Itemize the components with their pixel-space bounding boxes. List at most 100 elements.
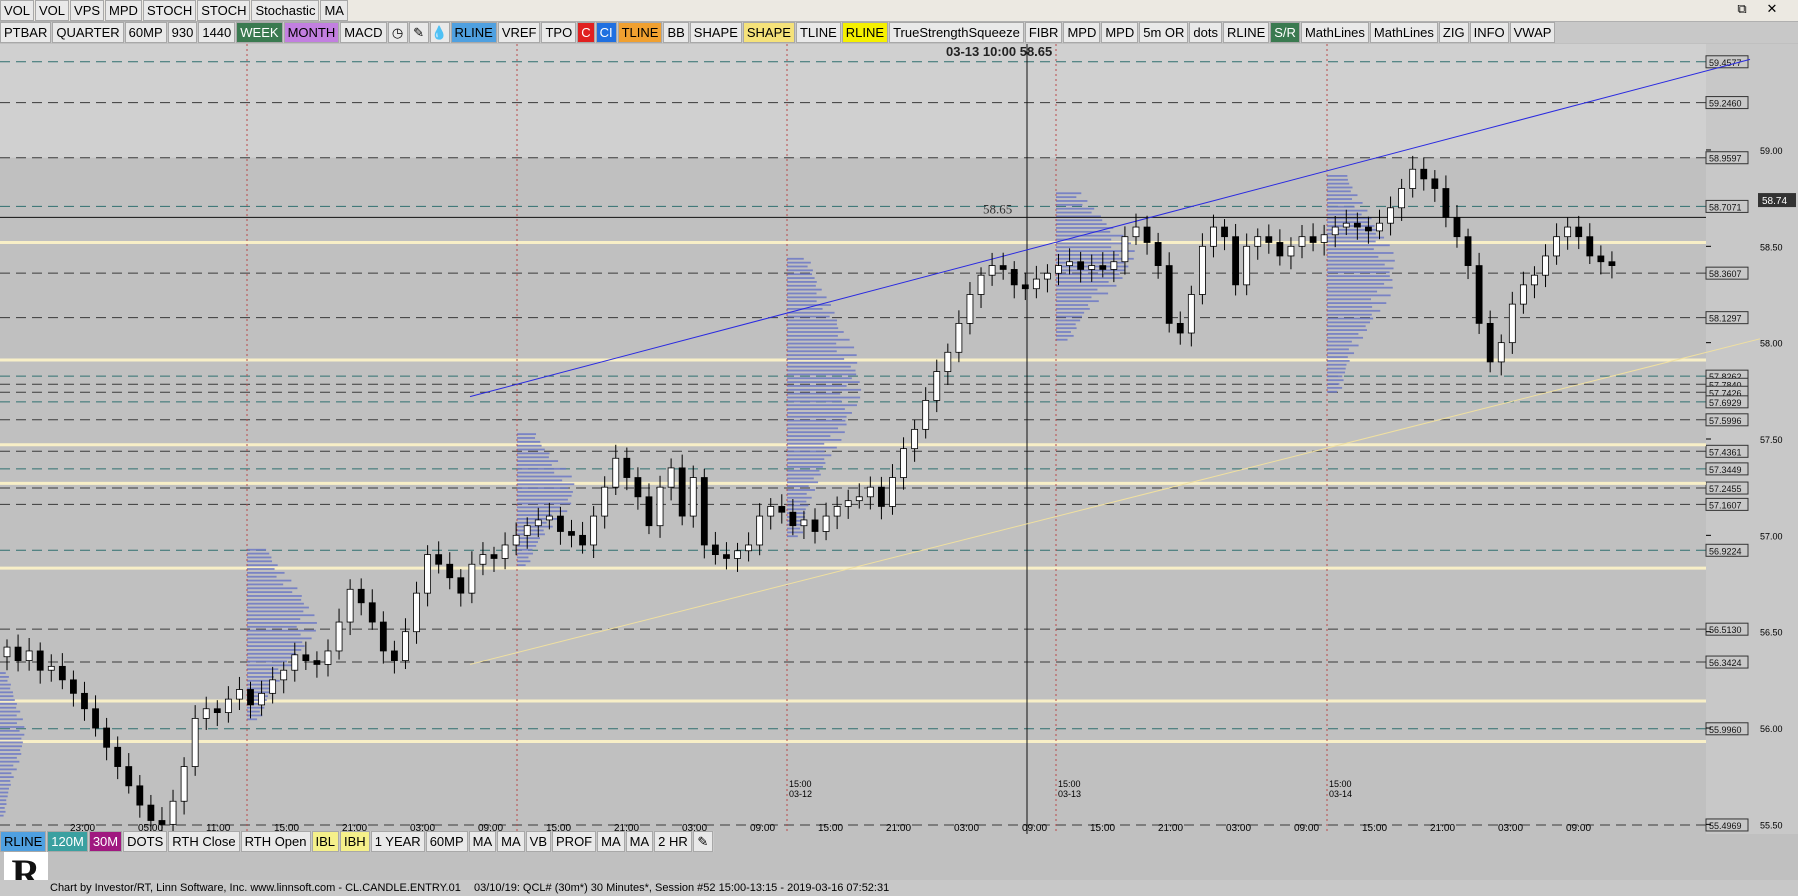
- dots-button[interactable]: DOTS: [123, 831, 168, 852]
- ma-button[interactable]: MA: [625, 831, 654, 852]
- volume-profile-bar: [1327, 386, 1343, 389]
- info-button[interactable]: INFO: [1469, 22, 1509, 43]
- ibh-button[interactable]: IBH: [340, 831, 370, 852]
- 60mp-button[interactable]: 60MP: [124, 22, 167, 43]
- zig-button[interactable]: ZIG: [1438, 22, 1469, 43]
- volume-profile-bar: [1327, 244, 1390, 247]
- volume-profile-bar: [517, 487, 569, 489]
- clock-icon[interactable]: ◷: [387, 22, 408, 43]
- candle-body: [1110, 261, 1118, 270]
- volume-profile-bar: [1327, 248, 1374, 251]
- truestrengthsqueeze-button[interactable]: TrueStrengthSqueeze: [889, 22, 1024, 43]
- candle-body: [1187, 294, 1195, 334]
- ptbar-button[interactable]: PTBAR: [0, 22, 52, 43]
- ma-button[interactable]: MA: [597, 831, 625, 852]
- dots-button[interactable]: dots: [1189, 22, 1222, 43]
- level-label: 58.9597: [1709, 154, 1742, 164]
- 5m-or-button[interactable]: 5m OR: [1139, 22, 1189, 43]
- tline-button[interactable]: TLINE: [795, 22, 841, 43]
- mpd-button[interactable]: MPD: [1101, 22, 1139, 43]
- volume-profile-bar: [1327, 213, 1362, 216]
- fibr-button[interactable]: FIBR: [1024, 22, 1063, 43]
- mpd-button[interactable]: MPD: [105, 0, 142, 21]
- tline-button[interactable]: TLINE: [617, 22, 663, 43]
- pencil-icon[interactable]: ✎: [692, 831, 713, 852]
- rline-button[interactable]: RLINE: [1222, 22, 1270, 43]
- candle-body: [1420, 168, 1428, 180]
- rline-button[interactable]: RLINE: [0, 831, 47, 852]
- ibl-button[interactable]: IBL: [311, 831, 340, 852]
- mathlines-button[interactable]: MathLines: [1369, 22, 1438, 43]
- 30m-button[interactable]: 30M: [88, 831, 123, 852]
- session-time-label: 15:00: [789, 779, 812, 789]
- ci-button[interactable]: CI: [595, 22, 617, 43]
- shape-button[interactable]: SHAPE: [689, 22, 742, 43]
- upper-shade: [0, 44, 1706, 158]
- stochastic-button[interactable]: Stochastic: [251, 0, 320, 21]
- mathlines-button[interactable]: MathLines: [1300, 22, 1369, 43]
- rth-close-button[interactable]: RTH Close: [168, 831, 240, 852]
- price-chart[interactable]: 59.457759.246058.959758.707158.360758.12…: [0, 44, 1798, 878]
- candle-body: [734, 550, 741, 559]
- restore-window-icon[interactable]: ⧉: [1732, 1, 1752, 17]
- candle-body: [191, 717, 199, 767]
- vol-button[interactable]: VOL: [35, 0, 70, 21]
- trend-line-lower: [469, 338, 1761, 665]
- prof-button[interactable]: PROF: [552, 831, 597, 852]
- volume-profile-bar: [247, 664, 293, 667]
- candle-body: [1575, 226, 1583, 238]
- drop-icon[interactable]: 💧: [429, 22, 450, 43]
- ma-button[interactable]: MA: [497, 831, 525, 852]
- week-button[interactable]: WEEK: [236, 22, 283, 43]
- s-r-button[interactable]: S/R: [1270, 22, 1300, 43]
- candle-body: [1198, 245, 1206, 295]
- tpo-button[interactable]: TPO: [541, 22, 577, 43]
- 2-hr-button[interactable]: 2 HR: [654, 831, 692, 852]
- quarter-button[interactable]: QUARTER: [52, 22, 124, 43]
- 1440-button[interactable]: 1440: [198, 22, 236, 43]
- volume-profile-bar: [0, 710, 21, 713]
- 1-year-button[interactable]: 1 YEAR: [370, 831, 425, 852]
- vref-button[interactable]: VREF: [497, 22, 541, 43]
- vps-button[interactable]: VPS: [70, 0, 105, 21]
- candle-body: [202, 708, 210, 719]
- rline-button[interactable]: RLINE: [841, 22, 889, 43]
- close-window-icon[interactable]: ✕: [1762, 1, 1782, 17]
- volume-profile-bar: [1056, 296, 1092, 299]
- stoch-button[interactable]: STOCH: [197, 0, 251, 21]
- candle-body: [833, 506, 841, 517]
- volume-profile-bar: [1056, 307, 1090, 310]
- candle-body: [1431, 178, 1439, 189]
- bb-button[interactable]: BB: [663, 22, 689, 43]
- vb-button[interactable]: VB: [525, 831, 552, 852]
- 60mp-button[interactable]: 60MP: [425, 831, 468, 852]
- candle-body: [1464, 236, 1472, 266]
- stoch-button[interactable]: STOCH: [142, 0, 197, 21]
- 120m-button[interactable]: 120M: [47, 831, 88, 852]
- vol-button[interactable]: VOL: [0, 0, 35, 21]
- volume-profile-bar: [787, 473, 821, 476]
- candle-body: [1497, 342, 1505, 363]
- ma-button[interactable]: MA: [320, 0, 348, 21]
- ma-button[interactable]: MA: [468, 831, 497, 852]
- volume-profile-bar: [787, 465, 823, 468]
- volume-profile-bar: [1056, 323, 1076, 326]
- volume-profile-bar: [787, 485, 809, 488]
- macd-button[interactable]: MACD: [340, 22, 387, 43]
- vwap-button[interactable]: VWAP: [1509, 22, 1556, 43]
- mpd-button[interactable]: MPD: [1063, 22, 1101, 43]
- volume-profile-bar: [0, 787, 9, 790]
- c-button[interactable]: C: [577, 22, 595, 43]
- volume-profile-bar: [1327, 383, 1340, 385]
- volume-profile-bar: [0, 760, 20, 763]
- rline-button[interactable]: RLINE: [450, 22, 497, 43]
- candle-body: [1165, 265, 1173, 324]
- rth-open-button[interactable]: RTH Open: [240, 831, 311, 852]
- volume-profile-bar: [787, 392, 841, 395]
- 930-button[interactable]: 930: [167, 22, 198, 43]
- pencil-icon[interactable]: ✎: [408, 22, 429, 43]
- shape-button[interactable]: SHAPE: [742, 22, 795, 43]
- candle-body: [379, 621, 387, 652]
- candle-body: [490, 554, 498, 559]
- month-button[interactable]: MONTH: [283, 22, 340, 43]
